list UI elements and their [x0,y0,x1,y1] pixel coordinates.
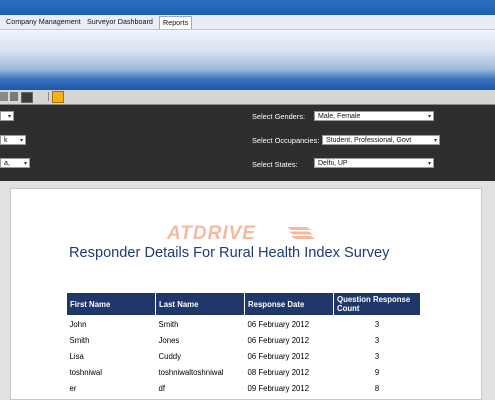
atdrive-logo: ATDRIVE [166,223,315,243]
cell-first-name: er [69,383,77,393]
chevron-down-icon: ▾ [7,114,11,120]
cell-response-count: 3 [374,351,380,361]
cell-last-name: df [158,383,166,393]
filter-select-3-value: a, [4,160,10,167]
cell-response-count: 3 [374,319,380,329]
tab-reports[interactable]: Reports [159,16,193,29]
cell-response-count: 8 [374,383,380,393]
genders-label: Select Genders: [252,112,305,121]
chevron-down-icon: ▾ [427,114,431,120]
occupancies-select[interactable]: Student, Professional, Govt ▾ [322,135,440,145]
cell-response-count: 3 [374,335,380,345]
cell-first-name: Smith [69,335,90,345]
states-select[interactable]: Delhi, UP ▾ [314,158,434,168]
refresh-icon[interactable] [52,91,64,103]
chevron-down-icon: ▾ [19,138,23,144]
cell-first-name: Lisa [69,351,84,361]
genders-value: Male, Female [318,113,361,120]
report-toolbar [0,90,495,105]
tab-company-management[interactable]: Company Management [6,16,81,28]
logo-text: ATDRIVE [166,223,256,243]
cell-last-name: Jones [158,335,180,345]
cell-last-name: Smith [158,319,179,329]
header-first-name: First Name [66,292,156,316]
table-header-row: First Name Last Name Response Date Quest… [66,292,421,316]
genders-select[interactable]: Male, Female ▾ [314,111,434,121]
responder-table: First Name Last Name Response Date Quest… [66,292,421,396]
occupancies-label: Select Occupancies: [252,136,320,145]
toolbar-separator [48,92,49,101]
cell-last-name: toshniwaltoshniwal [158,367,224,377]
filter-select-3[interactable]: a, ▾ [0,158,30,168]
table-row: er df 09 February 2012 8 [67,380,421,396]
cell-last-name: Cuddy [158,351,182,361]
cell-response-date: 06 February 2012 [247,319,310,329]
app-title-bar [0,0,495,15]
filter-select-2[interactable]: k ▾ [0,135,26,145]
table-row: Smith Jones 06 February 2012 3 [67,332,421,348]
header-question-response-count: Question Response Count [333,292,421,316]
cell-response-count: 9 [374,367,380,377]
states-value: Delhi, UP [318,160,348,167]
header-banner [0,30,495,90]
filter-select-2-value: k [4,137,8,144]
logo-stripes-icon [287,227,315,239]
cell-first-name: John [69,319,87,329]
tab-surveyor-dashboard[interactable]: Surveyor Dashboard [87,16,153,28]
states-label: Select States: [252,160,298,169]
chevron-down-icon: ▾ [23,161,27,167]
cell-response-date: 06 February 2012 [247,351,310,361]
table-row: toshniwal toshniwaltoshniwal 08 February… [67,364,421,380]
chevron-down-icon: ▾ [433,138,437,144]
page-nav-icon[interactable] [0,92,8,101]
cell-response-date: 06 February 2012 [247,335,310,345]
chevron-down-icon: ▾ [427,161,431,167]
cell-response-date: 08 February 2012 [247,367,310,377]
print-icon[interactable] [10,92,18,101]
table-row: John Smith 06 February 2012 3 [67,316,421,333]
report-title: Responder Details For Rural Health Index… [69,245,390,261]
filter-select-1[interactable]: ▾ [0,111,14,121]
occupancies-value: Student, Professional, Govt [326,137,412,144]
export-icon[interactable] [21,92,33,103]
header-response-date: Response Date [244,292,334,316]
main-tab-bar: Company Management Surveyor Dashboard Re… [0,15,495,30]
filter-panel: ▾ k ▾ a, ▾ Select Genders: Male, Female ▾ S… [0,105,495,181]
header-last-name: Last Name [155,292,245,316]
table-row: Lisa Cuddy 06 February 2012 3 [67,348,421,364]
cell-response-date: 09 February 2012 [247,383,310,393]
cell-first-name: toshniwal [69,367,103,377]
